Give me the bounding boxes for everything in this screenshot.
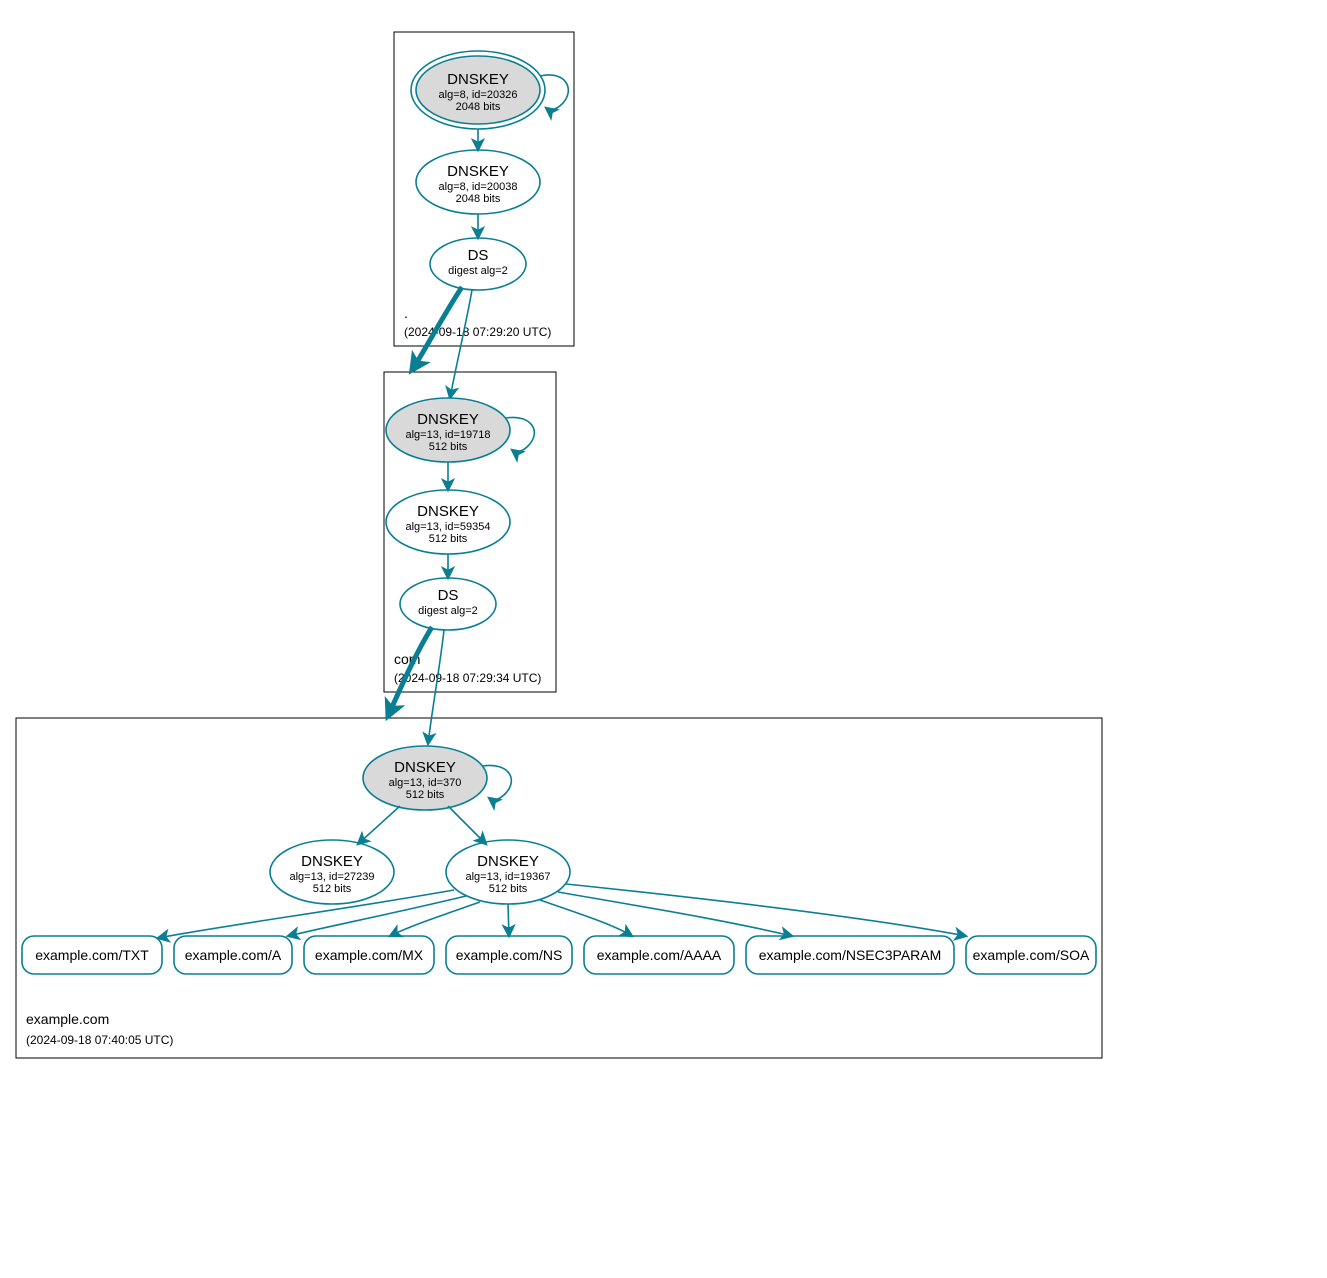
svg-text:example.com/A: example.com/A xyxy=(185,947,282,963)
svg-text:digest alg=2: digest alg=2 xyxy=(448,265,508,277)
record-ns: example.com/NS xyxy=(446,936,572,974)
dnssec-diagram: . (2024-09-18 07:29:20 UTC) com (2024-09… xyxy=(0,0,1327,1278)
svg-text:alg=13, id=19367: alg=13, id=19367 xyxy=(465,871,550,883)
node-com-ksk: DNSKEY alg=13, id=19718 512 bits xyxy=(386,398,510,462)
svg-text:512 bits: 512 bits xyxy=(429,441,468,453)
svg-text:DNSKEY: DNSKEY xyxy=(301,853,363,870)
edge-com-ds-to-example-ksk xyxy=(428,630,444,744)
edge-zsk2-to-soa xyxy=(566,884,966,936)
svg-text:DNSKEY: DNSKEY xyxy=(447,71,509,88)
svg-text:DNSKEY: DNSKEY xyxy=(417,411,479,428)
edge-zsk2-to-aaaa xyxy=(540,900,632,936)
svg-text:alg=8, id=20326: alg=8, id=20326 xyxy=(439,89,518,101)
svg-text:alg=13, id=370: alg=13, id=370 xyxy=(389,777,462,789)
svg-text:DNSKEY: DNSKEY xyxy=(417,503,479,520)
node-com-ds: DS digest alg=2 xyxy=(400,578,496,630)
node-example-zsk1: DNSKEY alg=13, id=27239 512 bits xyxy=(270,840,394,904)
record-soa: example.com/SOA xyxy=(966,936,1096,974)
record-nsec3param: example.com/NSEC3PARAM xyxy=(746,936,954,974)
svg-text:512 bits: 512 bits xyxy=(406,789,445,801)
svg-text:DS: DS xyxy=(468,247,489,264)
record-aaaa: example.com/AAAA xyxy=(584,936,734,974)
svg-text:alg=8, id=20038: alg=8, id=20038 xyxy=(439,181,518,193)
svg-text:DNSKEY: DNSKEY xyxy=(447,163,509,180)
record-txt: example.com/TXT xyxy=(22,936,162,974)
zone-name-example: example.com xyxy=(26,1011,109,1027)
edge-zsk2-to-mx xyxy=(390,902,480,936)
svg-text:example.com/SOA: example.com/SOA xyxy=(973,947,1090,963)
zone-name-root: . xyxy=(404,305,408,321)
svg-text:512 bits: 512 bits xyxy=(313,883,352,895)
svg-text:DNSKEY: DNSKEY xyxy=(477,853,539,870)
svg-text:2048 bits: 2048 bits xyxy=(456,193,501,205)
node-example-ksk: DNSKEY alg=13, id=370 512 bits xyxy=(363,746,487,810)
svg-text:alg=13, id=27239: alg=13, id=27239 xyxy=(289,871,374,883)
svg-text:512 bits: 512 bits xyxy=(489,883,528,895)
node-root-ksk: DNSKEY alg=8, id=20326 2048 bits xyxy=(411,51,545,129)
zone-date-root: (2024-09-18 07:29:20 UTC) xyxy=(404,325,551,339)
svg-text:DS: DS xyxy=(438,587,459,604)
svg-text:2048 bits: 2048 bits xyxy=(456,101,501,113)
svg-text:alg=13, id=59354: alg=13, id=59354 xyxy=(405,521,490,533)
svg-text:DNSKEY: DNSKEY xyxy=(394,759,456,776)
svg-text:example.com/AAAA: example.com/AAAA xyxy=(597,947,722,963)
zone-date-com: (2024-09-18 07:29:34 UTC) xyxy=(394,671,541,685)
edge-example-ksk-to-zsk1 xyxy=(358,806,400,844)
record-a: example.com/A xyxy=(174,936,292,974)
svg-text:example.com/MX: example.com/MX xyxy=(315,947,424,963)
svg-text:digest alg=2: digest alg=2 xyxy=(418,605,478,617)
svg-text:alg=13, id=19718: alg=13, id=19718 xyxy=(405,429,490,441)
zone-date-example: (2024-09-18 07:40:05 UTC) xyxy=(26,1033,173,1047)
svg-text:512 bits: 512 bits xyxy=(429,533,468,545)
edge-example-ksk-to-zsk2 xyxy=(448,806,486,844)
edge-zsk2-to-nsec xyxy=(558,892,792,936)
edge-root-ds-to-com-ksk xyxy=(450,290,472,398)
node-root-ds: DS digest alg=2 xyxy=(430,238,526,290)
edge-zsk2-to-ns xyxy=(508,904,509,936)
node-com-zsk: DNSKEY alg=13, id=59354 512 bits xyxy=(386,490,510,554)
svg-text:example.com/TXT: example.com/TXT xyxy=(35,947,149,963)
svg-text:example.com/NSEC3PARAM: example.com/NSEC3PARAM xyxy=(759,947,942,963)
node-root-zsk: DNSKEY alg=8, id=20038 2048 bits xyxy=(416,150,540,214)
svg-text:example.com/NS: example.com/NS xyxy=(456,947,563,963)
record-mx: example.com/MX xyxy=(304,936,434,974)
node-example-zsk2: DNSKEY alg=13, id=19367 512 bits xyxy=(446,840,570,904)
